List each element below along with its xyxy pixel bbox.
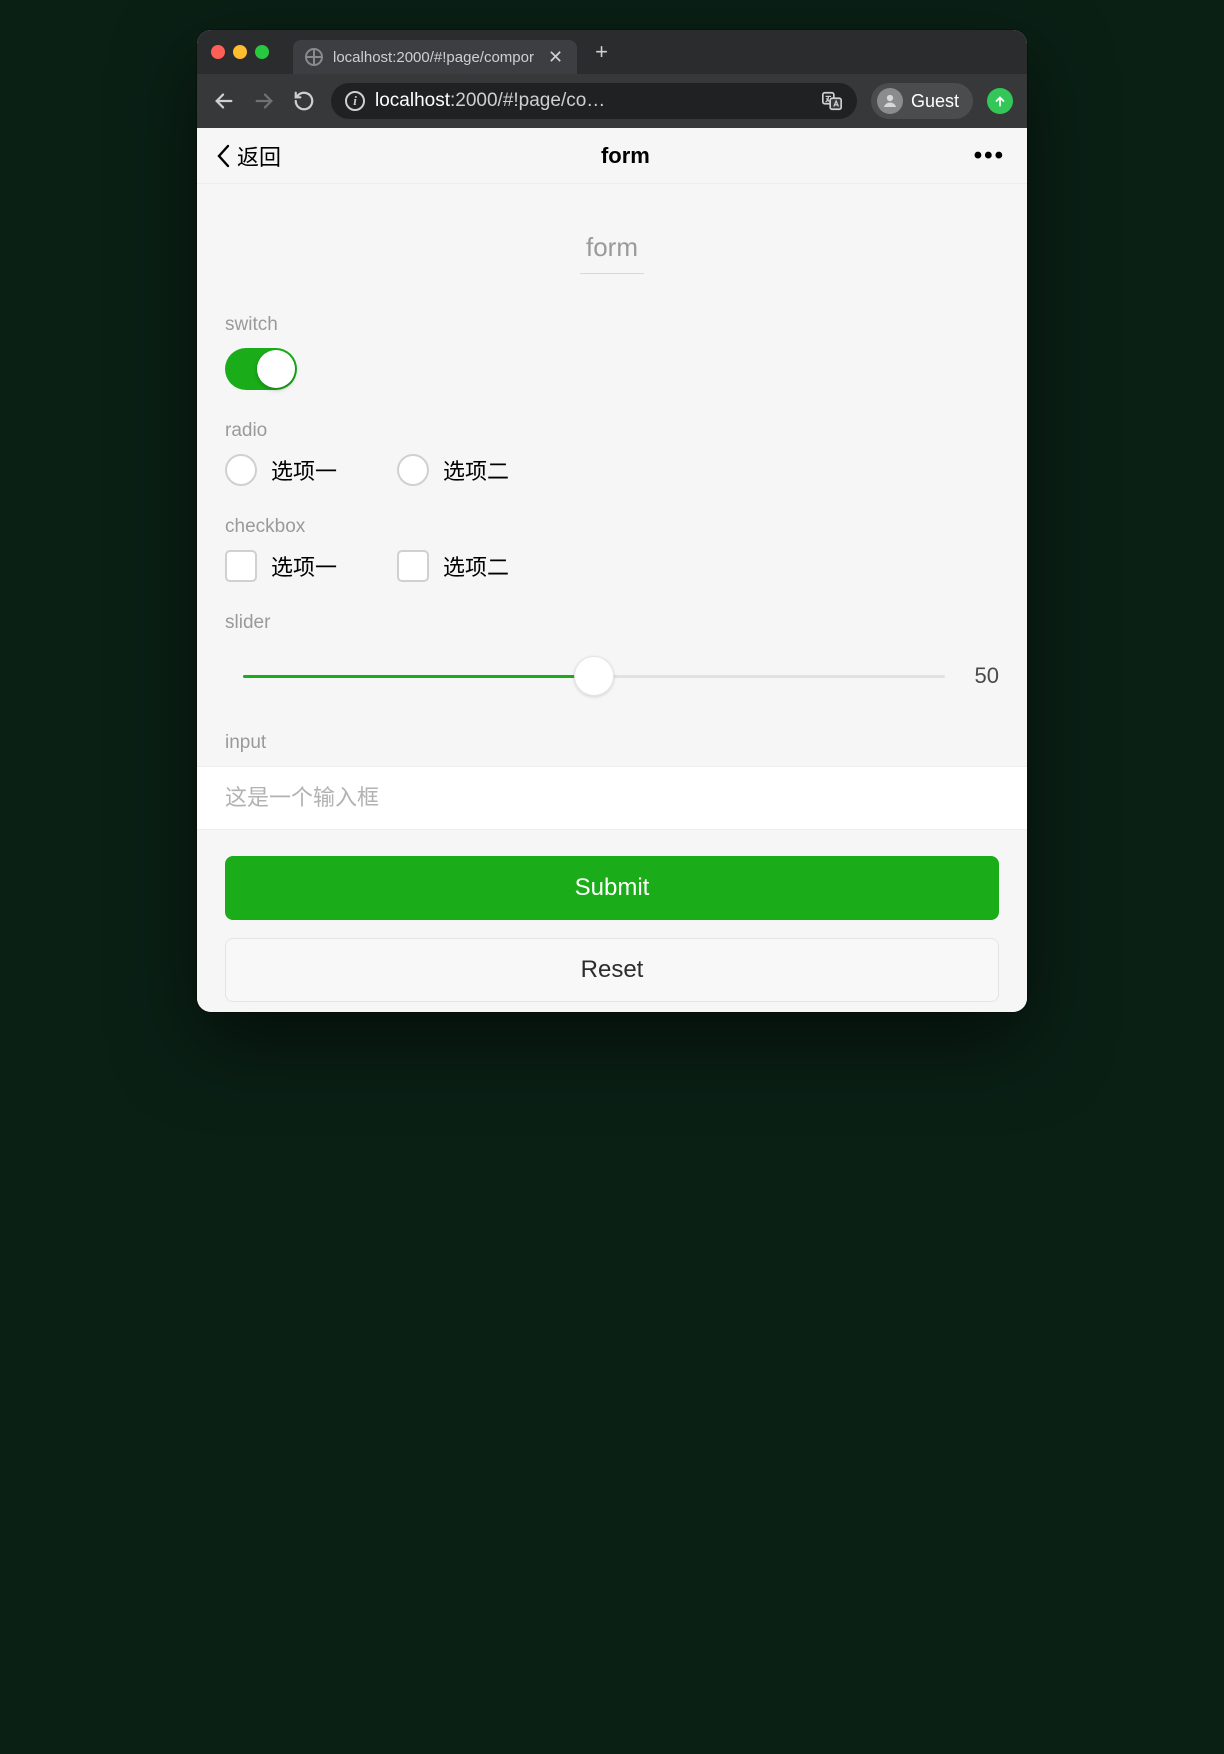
checkbox-option-label: 选项一 — [271, 550, 337, 582]
radio-label: radio — [225, 420, 999, 442]
switch-toggle[interactable] — [225, 348, 297, 390]
chevron-left-icon — [215, 143, 231, 169]
profile-label: Guest — [911, 91, 959, 112]
slider-thumb[interactable] — [574, 656, 614, 696]
slider-fill — [243, 675, 594, 678]
globe-icon — [305, 48, 323, 66]
checkbox-icon — [225, 550, 257, 582]
checkbox-section: checkbox 选项一 选项二 — [197, 494, 1027, 590]
switch-label: switch — [225, 314, 999, 336]
profile-chip[interactable]: Guest — [871, 83, 973, 119]
radio-option-label: 选项一 — [271, 454, 337, 486]
radio-section: radio 选项一 选项二 — [197, 398, 1027, 494]
hero: form — [197, 184, 1027, 292]
address-text: localhost:2000/#!page/co… — [375, 90, 811, 112]
browser-toolbar: i localhost:2000/#!page/co… Guest — [197, 74, 1027, 128]
submit-button[interactable]: Submit — [225, 856, 999, 920]
radio-icon — [225, 454, 257, 486]
tab-title: localhost:2000/#!page/compor — [333, 49, 534, 66]
back-button[interactable] — [211, 88, 237, 114]
input-label: input — [225, 732, 999, 754]
close-window-button[interactable] — [211, 45, 225, 59]
radio-icon — [397, 454, 429, 486]
checkbox-icon — [397, 550, 429, 582]
radio-option-2[interactable]: 选项二 — [397, 454, 509, 486]
forward-button[interactable] — [251, 88, 277, 114]
checkbox-option-2[interactable]: 选项二 — [397, 550, 509, 582]
reload-button[interactable] — [291, 88, 317, 114]
radio-option-label: 选项二 — [443, 454, 509, 486]
nav-back-button[interactable]: 返回 — [215, 140, 281, 172]
radio-option-1[interactable]: 选项一 — [225, 454, 337, 486]
tab-strip: localhost:2000/#!page/compor ✕ + — [197, 30, 1027, 74]
button-group: Submit Reset — [197, 830, 1027, 1012]
extension-icon[interactable] — [987, 88, 1013, 114]
checkbox-option-1[interactable]: 选项一 — [225, 550, 337, 582]
site-info-icon[interactable]: i — [345, 91, 365, 111]
checkbox-label: checkbox — [225, 516, 999, 538]
traffic-lights — [211, 45, 269, 59]
nav-back-label: 返回 — [237, 140, 281, 172]
close-tab-button[interactable]: ✕ — [544, 48, 567, 66]
more-button[interactable]: ••• — [970, 142, 1009, 170]
new-tab-button[interactable]: + — [585, 39, 618, 65]
hero-text: form — [580, 232, 644, 274]
page: 返回 form ••• form switch radio 选项一 — [197, 128, 1027, 1012]
minimize-window-button[interactable] — [233, 45, 247, 59]
switch-knob — [257, 350, 295, 388]
slider-value: 50 — [963, 663, 999, 689]
avatar-icon — [877, 88, 903, 114]
address-bar[interactable]: i localhost:2000/#!page/co… — [331, 83, 857, 119]
page-title: form — [281, 143, 970, 169]
browser-window: localhost:2000/#!page/compor ✕ + i local… — [197, 30, 1027, 1012]
slider-label: slider — [225, 612, 999, 634]
translate-icon[interactable] — [821, 90, 843, 112]
slider-section: slider 50 — [197, 590, 1027, 710]
input-section: input — [197, 710, 1027, 754]
reset-button[interactable]: Reset — [225, 938, 999, 1002]
checkbox-option-label: 选项二 — [443, 550, 509, 582]
browser-tab[interactable]: localhost:2000/#!page/compor ✕ — [293, 40, 577, 74]
page-header: 返回 form ••• — [197, 128, 1027, 184]
slider-track[interactable] — [243, 656, 945, 696]
switch-section: switch — [197, 292, 1027, 398]
text-input[interactable] — [197, 766, 1027, 830]
maximize-window-button[interactable] — [255, 45, 269, 59]
